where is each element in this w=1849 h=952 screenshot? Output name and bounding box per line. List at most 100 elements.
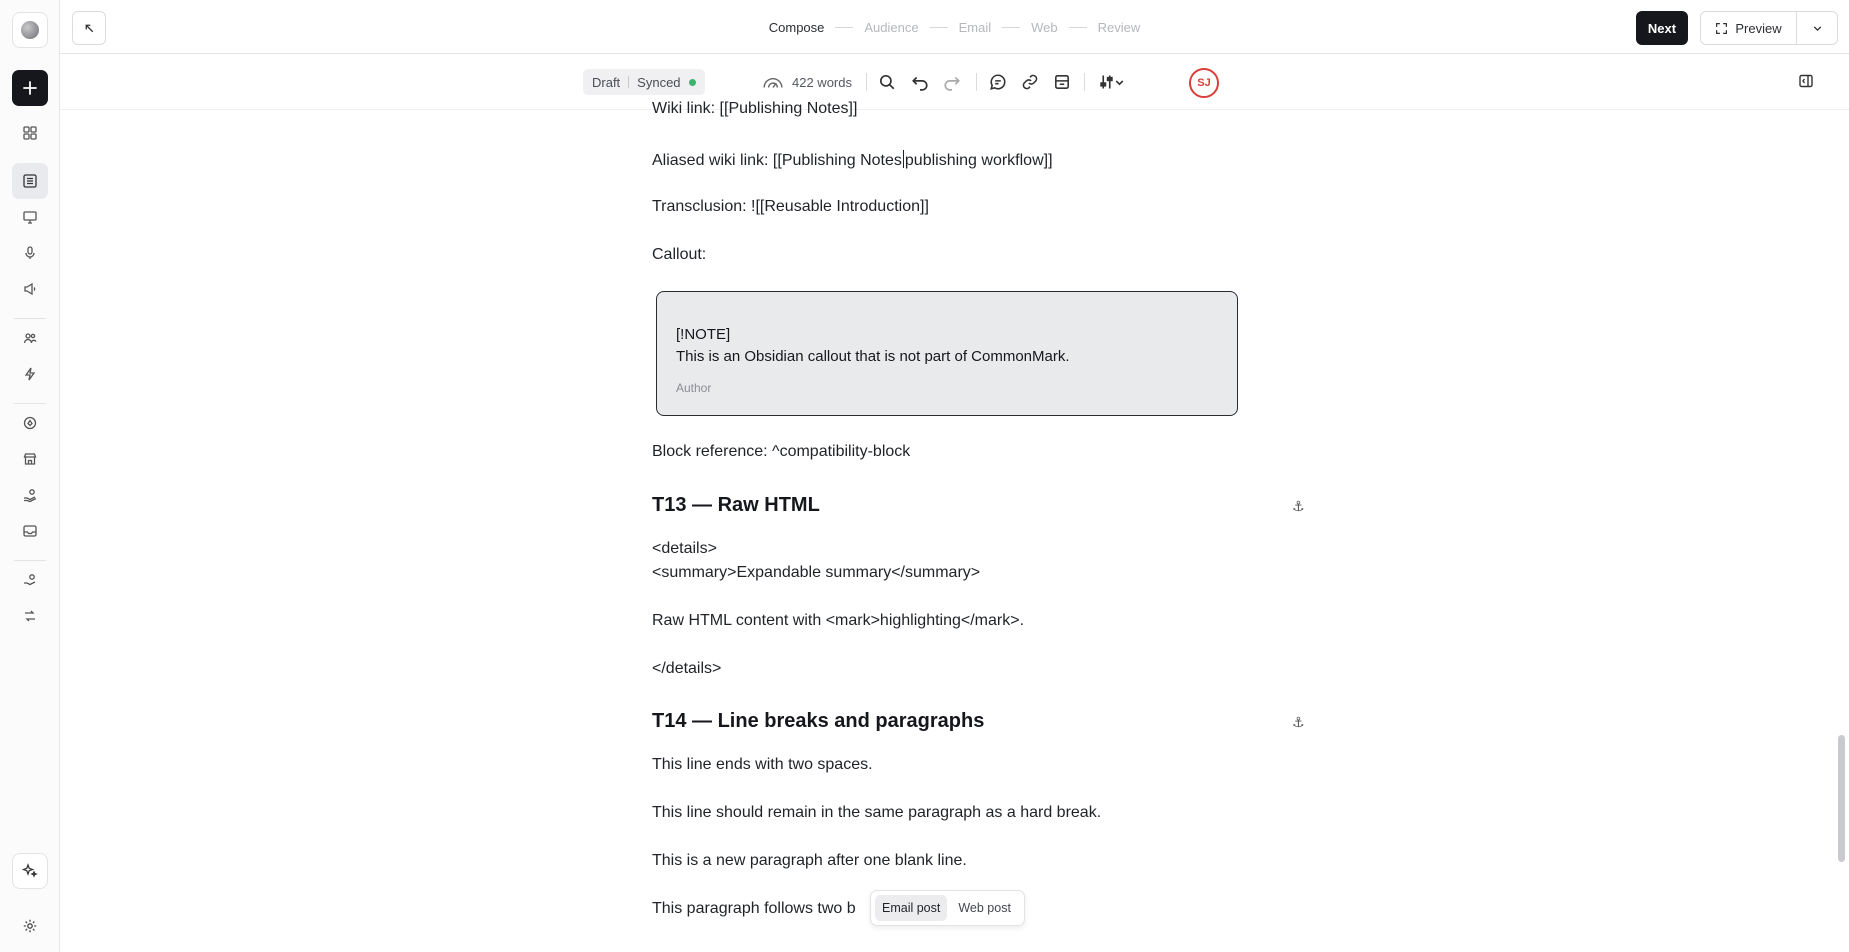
sidebar-divider	[14, 403, 46, 404]
archive-button[interactable]	[1051, 71, 1073, 93]
step-email[interactable]: Email	[959, 20, 992, 35]
sidebar-item-referrals[interactable]	[12, 562, 48, 598]
step-navigation: Compose Audience Email Web Review	[60, 20, 1849, 35]
search-icon	[879, 74, 895, 90]
users-icon	[23, 333, 37, 344]
toolbar-divider	[866, 73, 867, 91]
megaphone-icon	[24, 282, 36, 296]
paragraph-wiki-link: Wiki link: [[Publishing Notes]]	[652, 100, 858, 117]
sidebar-item-dashboard[interactable]	[12, 115, 48, 151]
paragraph-details-open: <details>	[652, 540, 717, 557]
status-divider	[628, 76, 630, 88]
paragraph-two-blank: This paragraph follows two b	[652, 900, 856, 917]
heading-anchor-icon[interactable]: ⚓	[1292, 714, 1305, 731]
step-audience[interactable]: Audience	[864, 20, 918, 35]
hand-heart-icon	[24, 574, 36, 586]
paragraph-block-reference: Block reference: ^compatibility-block	[652, 443, 911, 460]
step-connector	[1068, 27, 1087, 28]
aliased-part-b: publishing workflow]]	[904, 152, 1053, 169]
paragraph-summary: <summary>Expandable summary</summary>	[652, 564, 981, 581]
sidebar-item-shop[interactable]	[12, 441, 48, 477]
paragraph-details-close: </details>	[652, 660, 722, 677]
monitor-icon	[23, 211, 37, 224]
preview-dropdown-button[interactable]	[1797, 12, 1837, 44]
callout-body: This is an Obsidian callout that is not …	[676, 348, 1070, 365]
sidebar-item-monetization[interactable]	[12, 405, 48, 441]
new-post-button[interactable]	[12, 70, 48, 106]
search-button[interactable]	[876, 71, 898, 93]
redo-button[interactable]	[941, 71, 963, 93]
status-badge: Draft Synced	[583, 69, 705, 95]
callout-author: Author	[676, 381, 712, 395]
step-connector	[929, 27, 948, 28]
next-button[interactable]: Next	[1636, 11, 1688, 45]
sidebar-item-announcements[interactable]	[12, 271, 48, 307]
link-button[interactable]	[1019, 71, 1041, 93]
text-cursor	[902, 150, 904, 168]
sidebar-item-growth[interactable]	[12, 477, 48, 513]
paragraph-new: This is a new paragraph after one blank …	[652, 852, 967, 869]
heading-anchor-icon[interactable]: ⚓	[1292, 498, 1305, 515]
callout-block[interactable]: [!NOTE] This is an Obsidian callout that…	[656, 291, 1238, 416]
top-bar: Compose Audience Email Web Review Next P…	[60, 0, 1849, 54]
hand-coin-icon	[24, 489, 37, 503]
paragraph-two-spaces: This line ends with two spaces.	[652, 756, 873, 773]
grid-icon	[23, 126, 37, 140]
vertical-scrollbar[interactable]	[1838, 735, 1845, 862]
paragraph-callout-label: Callout:	[652, 246, 707, 263]
sidebar-divider	[14, 560, 46, 561]
microphone-icon	[25, 246, 35, 259]
left-sidebar	[0, 0, 60, 952]
avatar[interactable]: SJ	[1189, 68, 1219, 98]
settings-button[interactable]	[12, 908, 48, 944]
paragraph-aliased-wiki-link: Aliased wiki link: [[Publishing Notes pub…	[652, 150, 1053, 170]
email-post-option[interactable]: Email post	[875, 895, 948, 921]
sparkles-icon	[22, 863, 38, 878]
step-compose[interactable]: Compose	[769, 20, 825, 35]
post-type-toggle: Email post Web post	[870, 890, 1025, 926]
sidebar-item-inbox[interactable]	[12, 513, 48, 549]
callout-type: [!NOTE]	[676, 326, 731, 343]
step-connector	[1002, 27, 1021, 28]
sidebar-item-audience[interactable]	[12, 320, 48, 356]
word-count[interactable]: 422 words	[762, 73, 852, 91]
format-options-dropdown[interactable]	[1096, 71, 1130, 93]
workspace-logo[interactable]	[12, 12, 48, 48]
status-draft: Draft	[592, 74, 621, 90]
status-synced: Synced	[637, 74, 681, 90]
synced-dot-icon	[688, 78, 696, 86]
comment-button[interactable]	[987, 71, 1009, 93]
plus-icon	[23, 81, 37, 95]
step-web[interactable]: Web	[1031, 20, 1058, 35]
preview-button-group: Preview	[1700, 11, 1838, 45]
link-icon	[1022, 74, 1038, 90]
step-connector	[835, 27, 854, 28]
paragraph-hard-break: This line should remain in the same para…	[652, 804, 1102, 821]
coins-icon	[23, 416, 37, 430]
sidebar-item-posts[interactable]	[12, 163, 48, 199]
gear-icon	[23, 919, 37, 933]
toggle-side-panel-button[interactable]	[1795, 70, 1817, 92]
expand-icon	[1716, 22, 1728, 34]
store-icon	[23, 453, 37, 465]
sidebar-item-podcast[interactable]	[12, 235, 48, 271]
toolbar-divider	[976, 73, 977, 91]
undo-icon	[912, 76, 928, 91]
step-review[interactable]: Review	[1098, 20, 1141, 35]
toolbar-divider	[1084, 73, 1085, 91]
archive-icon	[1055, 75, 1069, 89]
ai-assistant-button[interactable]	[12, 853, 48, 889]
chevron-down-icon	[1813, 25, 1821, 31]
lightning-icon	[24, 367, 36, 381]
heading-t13: T13 — Raw HTML	[652, 494, 820, 516]
sidebar-item-website[interactable]	[12, 199, 48, 235]
sidebar-panel-icon	[1799, 74, 1813, 88]
paragraph-raw-html: Raw HTML content with <mark>highlighting…	[652, 612, 1025, 629]
preview-button[interactable]: Preview	[1701, 12, 1797, 44]
sidebar-divider	[14, 318, 46, 319]
web-post-option[interactable]: Web post	[951, 895, 1018, 921]
sidebar-item-integrations[interactable]	[12, 598, 48, 634]
logo-icon	[21, 21, 39, 39]
sidebar-item-automations[interactable]	[12, 356, 48, 392]
undo-button[interactable]	[909, 71, 931, 93]
